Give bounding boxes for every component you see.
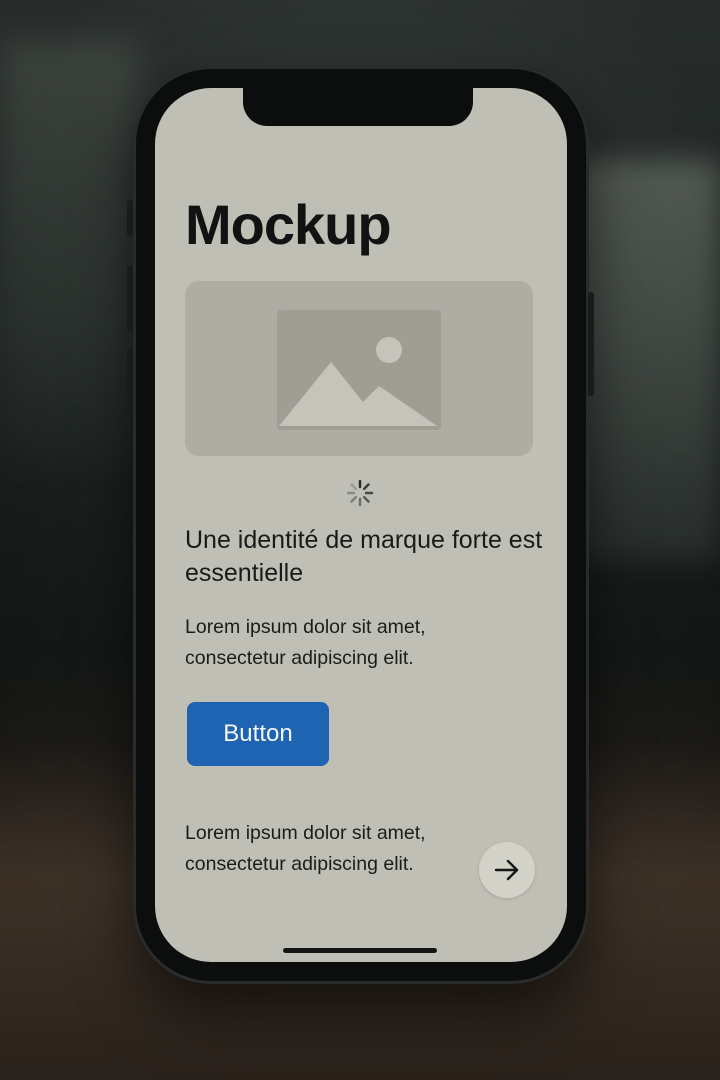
notch <box>243 88 473 126</box>
action-button <box>127 200 133 236</box>
home-indicator[interactable] <box>283 948 437 953</box>
next-button[interactable] <box>479 842 535 898</box>
body-text-primary: Lorem ipsum dolor sit amet, consectetur … <box>185 616 426 669</box>
headline: Une identité de marque forte est essenti… <box>185 526 543 587</box>
background-window-left <box>0 40 140 460</box>
body-text-secondary: Lorem ipsum dolor sit amet, consectetur … <box>185 822 426 875</box>
phone-frame: Mockup Une identité de marque forte est … <box>127 66 594 984</box>
power-button <box>588 292 594 396</box>
phone-screen: Mockup Une identité de marque forte est … <box>155 88 567 962</box>
volume-up-button <box>127 266 133 332</box>
primary-button[interactable]: Button <box>187 702 329 766</box>
loading-spinner-icon <box>346 479 374 507</box>
arrow-right-icon <box>494 859 519 881</box>
image-card <box>185 281 533 456</box>
photo-scene: Mockup Une identité de marque forte est … <box>0 0 720 1080</box>
page-title: Mockup <box>185 193 392 256</box>
volume-down-button <box>127 348 133 414</box>
image-placeholder-icon <box>277 310 441 430</box>
